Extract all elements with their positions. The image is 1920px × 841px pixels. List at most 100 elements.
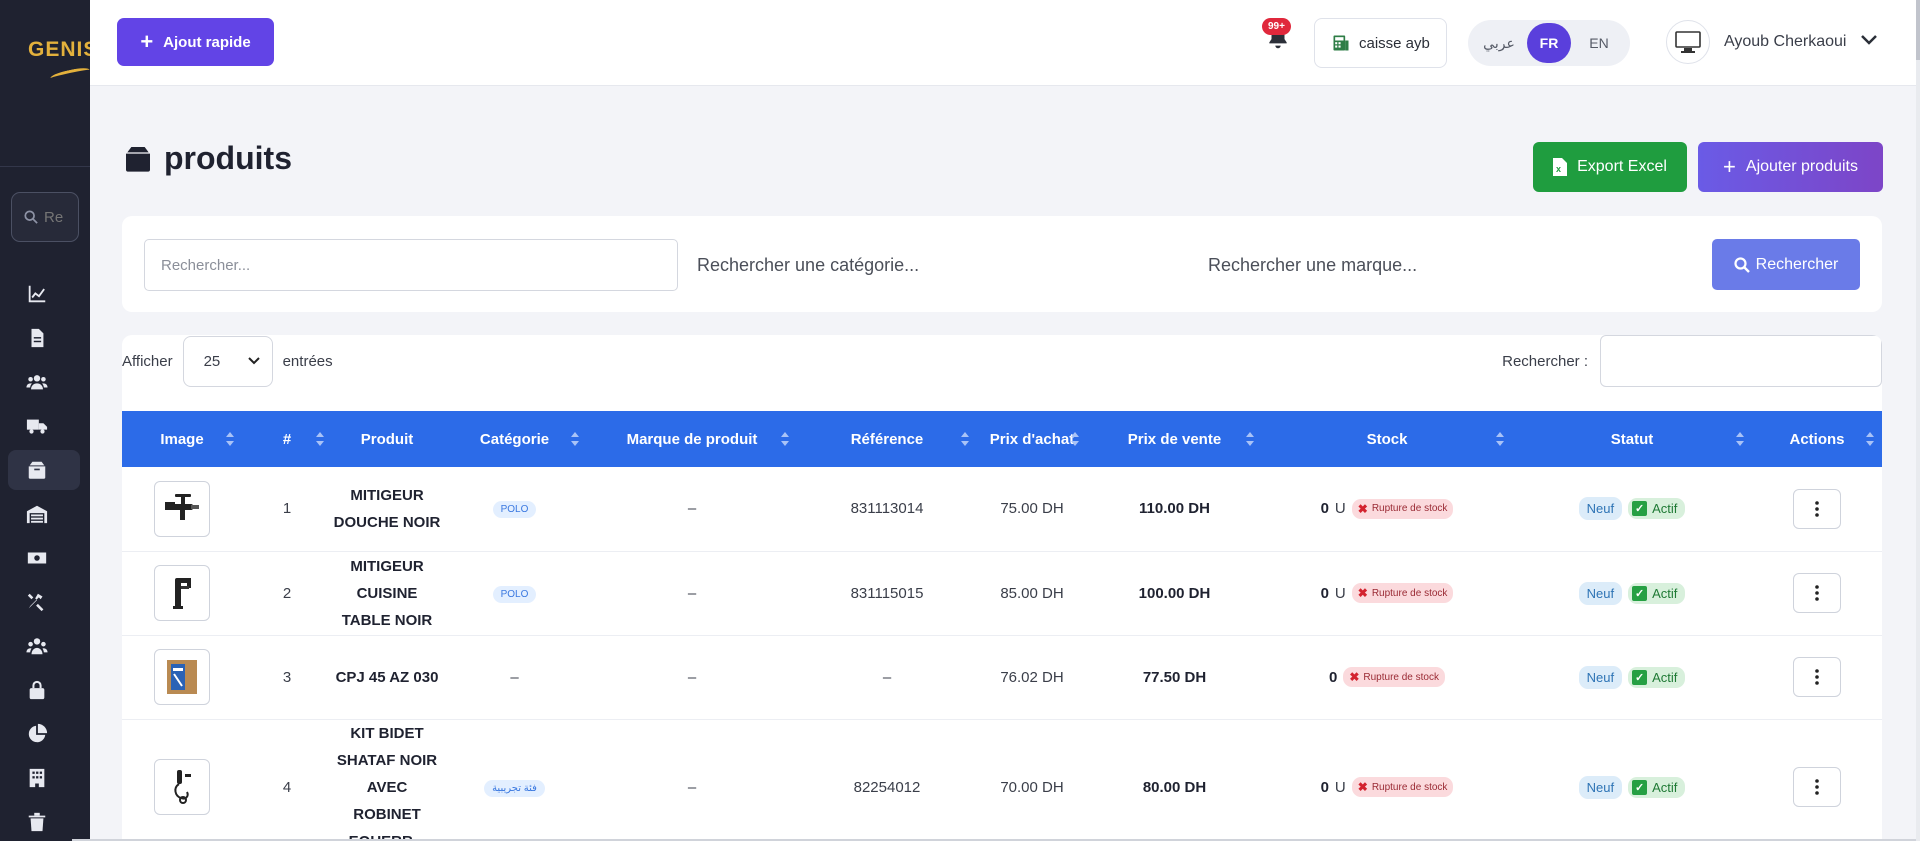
sidebar-item-delivery[interactable] (0, 404, 90, 448)
product-name[interactable]: MITIGEUR CUISINE TABLE NOIR (342, 558, 433, 629)
products-table-card: Afficher 25 entrées Rechercher : Image #… (122, 335, 1882, 841)
product-thumbnail[interactable] (154, 759, 210, 815)
product-name[interactable]: KIT BIDET SHATAF NOIR AVEC ROBINET EQUER… (337, 725, 437, 841)
table-row[interactable]: 3 CPJ 45 AZ 030 – – – 76.02 DH 77.50 DH … (122, 635, 1882, 720)
sidebar-item-cash[interactable] (0, 536, 90, 580)
sort-icon (1736, 432, 1744, 446)
row-actions-button[interactable] (1793, 573, 1841, 613)
more-vertical-icon (1815, 500, 1819, 517)
user-menu[interactable]: Ayoub Cherkaoui (1666, 20, 1878, 64)
out-of-stock-badge: ✖ Rupture de stock (1343, 667, 1445, 687)
sidebar-item-company[interactable] (0, 756, 90, 800)
sidebar-item-tools[interactable] (0, 580, 90, 624)
product-box-icon (167, 660, 197, 694)
plus-icon: + (1723, 154, 1736, 179)
page-title-text: produits (164, 140, 292, 176)
table-row[interactable]: 2 MITIGEUR CUISINE TABLE NOIR POLO – 831… (122, 551, 1882, 636)
sidebar-item-reports[interactable] (0, 712, 90, 756)
sidebar-item-documents[interactable] (0, 316, 90, 360)
sell-price-value: 77.50 DH (1142, 668, 1207, 686)
sidebar-item-clients[interactable] (0, 360, 90, 404)
close-icon: ✖ (1349, 670, 1360, 684)
product-name[interactable]: MITIGEUR DOUCHE NOIR (334, 487, 441, 531)
sidebar-item-team[interactable] (0, 624, 90, 668)
sidebar-item-security[interactable] (0, 668, 90, 712)
check-icon: ✓ (1632, 585, 1648, 601)
table-row[interactable]: 1 MITIGEUR DOUCHE NOIR POLO – 831113014 … (122, 467, 1882, 552)
status-badge: ✓ Actif (1628, 666, 1686, 688)
close-icon: ✖ (1357, 780, 1368, 794)
sidebar-item-dashboard[interactable] (0, 272, 90, 316)
page-size-control: Afficher 25 entrées (122, 335, 333, 387)
product-name[interactable]: CPJ 45 AZ 030 (336, 669, 439, 686)
category-search-input[interactable] (697, 239, 1177, 291)
brand-value: – (587, 467, 797, 552)
app-logo[interactable]: GENIS (28, 38, 90, 62)
column-header-reference[interactable]: Référence (797, 411, 977, 467)
row-actions-button[interactable] (1793, 488, 1841, 529)
column-header-actions[interactable]: Actions (1752, 411, 1882, 467)
row-actions-button[interactable] (1793, 767, 1841, 807)
sidebar-item-warehouse[interactable] (0, 492, 90, 536)
logo-swoosh (49, 65, 91, 83)
product-thumbnail[interactable] (154, 649, 210, 705)
cash-register-button[interactable]: caisse ayb (1314, 18, 1447, 68)
sidebar-search-input[interactable] (44, 208, 64, 226)
product-thumbnail[interactable] (154, 565, 210, 621)
stock-quantity: 0 (1328, 668, 1338, 686)
sidebar: GENIS (0, 0, 91, 841)
sidebar-item-trash[interactable] (0, 800, 90, 841)
product-search-input[interactable] (144, 239, 678, 291)
truck-icon (26, 419, 48, 434)
column-header-number[interactable]: # (242, 411, 332, 467)
more-vertical-icon (1815, 669, 1819, 685)
search-button[interactable]: Rechercher (1712, 239, 1860, 290)
quick-add-label: Ajout rapide (163, 33, 251, 51)
kitchen-faucet-icon (173, 578, 191, 609)
products-table: Image # Produit Catégorie Marque de prod… (122, 411, 1882, 841)
chevron-down-icon (1860, 33, 1878, 51)
lang-option-en[interactable]: EN (1577, 23, 1621, 63)
page-size-select[interactable]: 25 (182, 335, 273, 387)
search-icon (1734, 256, 1750, 273)
reference-value: 831115015 (797, 551, 977, 636)
vertical-scrollbar[interactable] (1916, 0, 1920, 841)
status-badge: ✓ Actif (1628, 582, 1686, 604)
brand-search-input[interactable] (1208, 239, 1688, 291)
reference-value: – (797, 635, 977, 720)
column-header-sell-price[interactable]: Prix de vente (1087, 411, 1262, 467)
table-row[interactable]: 4 KIT BIDET SHATAF NOIR AVEC ROBINET EQU… (122, 719, 1882, 841)
column-header-product[interactable]: Produit (332, 411, 442, 467)
add-products-button[interactable]: + Ajouter produits (1698, 142, 1883, 192)
row-actions-button[interactable] (1793, 657, 1841, 697)
chart-line-icon (28, 285, 46, 303)
sidebar-search[interactable] (11, 192, 79, 242)
export-excel-button[interactable]: x Export Excel (1533, 142, 1687, 192)
quick-add-button[interactable]: + Ajout rapide (117, 18, 274, 66)
filter-panel: Rechercher (122, 216, 1882, 312)
column-header-image[interactable]: Image (122, 411, 242, 467)
export-excel-label: Export Excel (1577, 158, 1667, 175)
column-header-stock[interactable]: Stock (1262, 411, 1512, 467)
reference-value: 82254012 (797, 719, 977, 841)
table-search-input[interactable] (1600, 335, 1882, 387)
lang-option-ar[interactable]: عربي (1477, 23, 1521, 63)
column-header-buy-price[interactable]: Prix d'achat (977, 411, 1087, 467)
sort-icon (226, 432, 234, 446)
condition-badge: Neuf (1578, 775, 1623, 799)
scrollbar-thumb[interactable] (1916, 0, 1920, 60)
check-icon: ✓ (1632, 779, 1648, 795)
status-cell: Neuf ✓ Actif (1578, 497, 1686, 521)
row-number: 2 (242, 551, 332, 636)
column-header-status[interactable]: Statut (1512, 411, 1752, 467)
column-header-category[interactable]: Catégorie (442, 411, 587, 467)
column-header-brand[interactable]: Marque de produit (587, 411, 797, 467)
sidebar-item-products[interactable] (0, 448, 90, 492)
status-cell: Neuf ✓ Actif (1578, 581, 1686, 605)
notification-count-badge: 99+ (1262, 18, 1291, 35)
sidebar-divider (0, 166, 90, 167)
status-badge: ✓ Actif (1628, 776, 1686, 798)
product-thumbnail[interactable] (154, 480, 210, 537)
table-search: Rechercher : (1502, 335, 1882, 387)
lang-option-fr[interactable]: FR (1527, 23, 1571, 63)
